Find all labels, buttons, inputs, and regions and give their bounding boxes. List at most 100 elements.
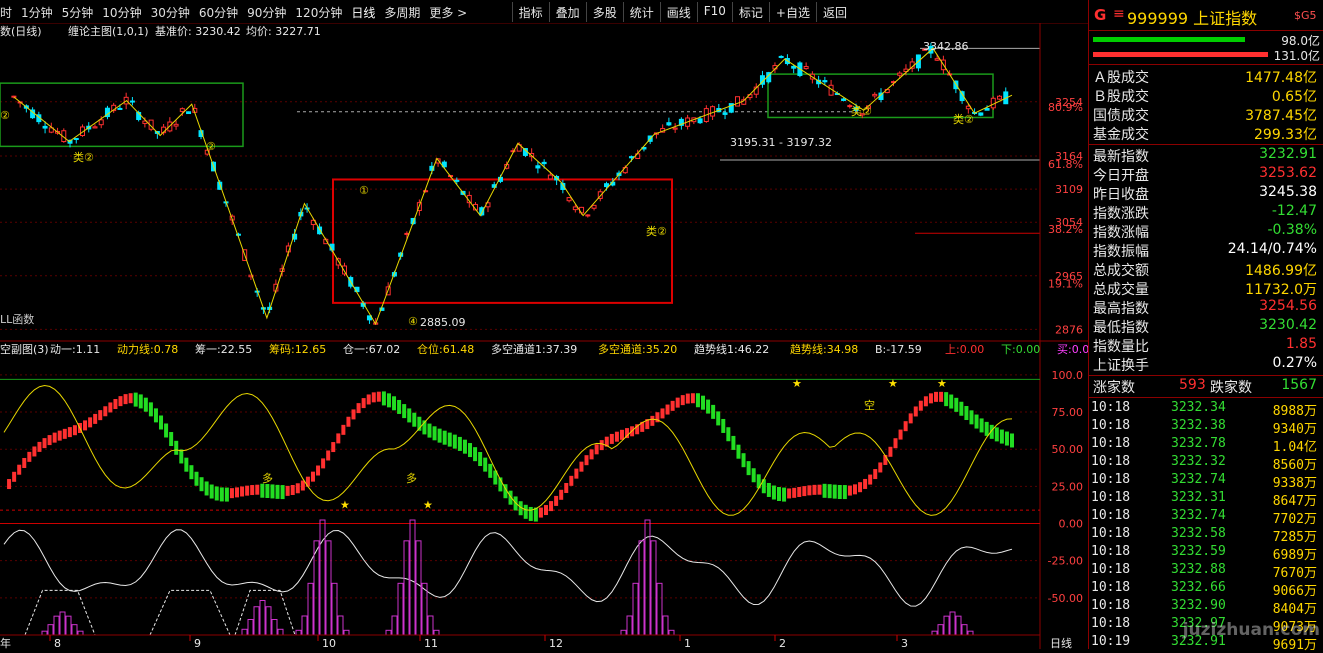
- ribbon-bar: [488, 463, 493, 478]
- ribbon-bar: [143, 397, 148, 412]
- ribbon-bar: [128, 393, 133, 404]
- ribbon-bar: [52, 432, 57, 443]
- volume-bar: [403, 540, 410, 636]
- chart-canvas[interactable]: 数(日线) 缠论主图(1,0,1) 基准价: 3230.42 均价: 3227.…: [0, 23, 1088, 649]
- period-tab-6[interactable]: 90分钟: [247, 6, 286, 20]
- ribbon-bar: [782, 487, 787, 502]
- period-tab-3[interactable]: 10分钟: [102, 6, 141, 20]
- tool-button-0[interactable]: 指标: [511, 2, 549, 22]
- period-tab-1[interactable]: 1分钟: [21, 6, 53, 20]
- period-tab-9[interactable]: 多周期: [384, 6, 420, 20]
- ribbon-bar: [37, 441, 42, 452]
- sub-field-value: 12.65: [295, 343, 327, 356]
- sub-tick: -25.00: [1048, 555, 1083, 568]
- ribbon-bar: [240, 486, 245, 497]
- period-tab-0[interactable]: 时: [0, 6, 12, 20]
- tick-time: 10:19: [1091, 634, 1131, 649]
- tool-button-2[interactable]: 多股: [585, 2, 623, 22]
- tool-button-5[interactable]: F10: [696, 2, 732, 22]
- ribbon-bar: [412, 412, 417, 427]
- tick-row: 10:18 3232.32 8560万: [1089, 454, 1321, 473]
- ribbon-bar: [22, 457, 27, 468]
- ribbon-bar: [356, 403, 361, 414]
- stat-row-value: 11732.0万: [1245, 282, 1317, 298]
- tick-price: 3232.38: [1171, 418, 1226, 433]
- volume-bar: [385, 629, 392, 636]
- stat-row-label: 总成交额: [1093, 263, 1149, 279]
- tool-button-3[interactable]: 统计: [622, 2, 660, 22]
- tick-price: 3232.31: [1171, 490, 1226, 505]
- g-badge[interactable]: G: [1094, 6, 1106, 24]
- ribbon-bar: [858, 482, 863, 493]
- stat-row-value: 3253.62: [1259, 165, 1317, 181]
- period-tab-2[interactable]: 5分钟: [62, 6, 94, 20]
- sub-field-value: 67.02: [369, 343, 401, 356]
- tick-price: 3232.32: [1171, 454, 1226, 469]
- volume-row: Ａ股成交 1477.48亿: [1089, 67, 1321, 86]
- candle-body: [173, 123, 179, 127]
- sub-tick: 50.00: [1052, 443, 1084, 456]
- sub-tick: 100.0: [1052, 369, 1084, 382]
- volume-bar: [620, 629, 627, 636]
- sub-tick: 0.00: [1059, 518, 1084, 531]
- volume-bar: [656, 582, 663, 636]
- ribbon-bar: [549, 501, 554, 512]
- period-tab-10[interactable]: 更多 >: [429, 6, 467, 20]
- tick-row: 10:18 3232.78 1.04亿: [1089, 436, 1321, 455]
- ribbon-bar: [199, 477, 204, 492]
- ribbon-bar: [275, 484, 280, 499]
- period-tab-7[interactable]: 120分钟: [295, 6, 342, 20]
- volume-bar: [259, 600, 266, 636]
- ribbon-bar: [928, 393, 933, 404]
- sub-header-fields: 动一:1.11 动力线:0.78 筹一:22.55 筹码:12.65 仓一:67.02 仓…: [50, 342, 1088, 356]
- ribbon-bar: [229, 488, 234, 499]
- ribbon-bar: [346, 416, 351, 427]
- candle-body: [73, 137, 79, 140]
- stat-row: 今日开盘 3253.62: [1089, 165, 1321, 184]
- star-marker: ★: [423, 499, 433, 512]
- ribbon-bar: [361, 398, 366, 409]
- tick-time: 10:18: [1091, 472, 1131, 487]
- ribbon-bar: [392, 396, 397, 411]
- ribbon-bar: [250, 485, 255, 496]
- period-tab-4[interactable]: 30分钟: [151, 6, 190, 20]
- period-tab-5[interactable]: 60分钟: [199, 6, 238, 20]
- stat-row: 总成交量 11732.0万: [1089, 279, 1321, 298]
- main-header-name: 数(日线): [0, 24, 42, 38]
- ribbon-bar: [797, 486, 802, 497]
- period-tab-8[interactable]: 日线: [351, 6, 375, 20]
- tick-row: 10:18 3232.59 6989万: [1089, 544, 1321, 563]
- tick-row: 10:18 3232.74 7702万: [1089, 508, 1321, 527]
- tick-row: 10:18 3232.74 9338万: [1089, 472, 1321, 491]
- ribbon-bar: [108, 402, 113, 413]
- tool-button-7[interactable]: +自选: [768, 2, 816, 22]
- stat-row: 总成交额 1486.99亿: [1089, 260, 1321, 279]
- chart-area[interactable]: 数(日线) 缠论主图(1,0,1) 基准价: 3230.42 均价: 3227.…: [0, 23, 1088, 649]
- volume-bar: [409, 519, 416, 636]
- down-count-label: 跌家数: [1210, 380, 1252, 396]
- duo-label-b: 多: [406, 471, 417, 485]
- tool-button-1[interactable]: 叠加: [548, 2, 586, 22]
- tool-button-8[interactable]: 返回: [815, 2, 853, 22]
- sub-field-13: 买:0.00: [1057, 343, 1088, 356]
- x-axis-month: 10: [322, 637, 336, 649]
- ribbon-bar: [27, 451, 32, 462]
- ribbon-bar: [209, 484, 214, 499]
- ribbon-bar: [918, 400, 923, 411]
- sub-field-label: 多空通道1:: [491, 342, 546, 356]
- candle-body: [186, 111, 192, 115]
- stat-row-label: 昨日收盘: [1093, 187, 1149, 203]
- menu-icon[interactable]: ≡: [1113, 6, 1125, 22]
- tool-button-4[interactable]: 画线: [659, 2, 697, 22]
- volume-bar: [277, 628, 284, 636]
- sub-field-1: 动力线:0.78: [117, 342, 178, 356]
- sub-field-3: 筹码:12.65: [269, 342, 326, 356]
- ribbon-bar: [351, 409, 356, 420]
- ribbon-bar: [214, 486, 219, 501]
- ribbon-bar: [893, 438, 898, 449]
- tool-button-6[interactable]: 标记: [731, 2, 769, 22]
- stat-row: 指数量比 1.85: [1089, 336, 1321, 355]
- candle-body: [997, 95, 1003, 100]
- ribbon-bar: [787, 488, 792, 499]
- volume-row-value: 0.65亿: [1271, 89, 1317, 105]
